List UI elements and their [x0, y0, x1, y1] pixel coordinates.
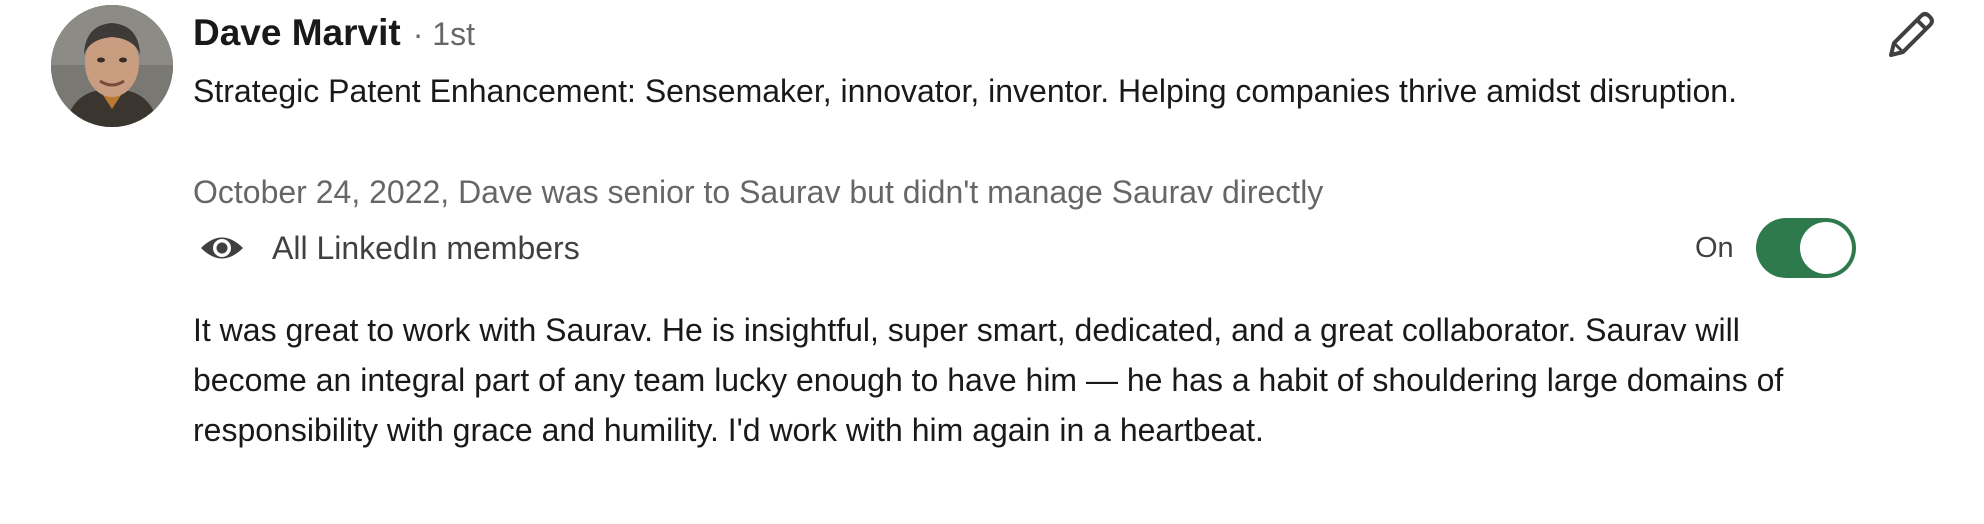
visibility-label: All LinkedIn members: [272, 229, 580, 266]
visibility-toggle[interactable]: [1755, 218, 1856, 278]
recommendation-text: It was great to work with Saurav. He is …: [193, 312, 1784, 448]
edit-button[interactable]: [1880, 6, 1942, 68]
recommender-name-row: Dave Marvit · 1st: [193, 12, 475, 60]
visibility-row: All LinkedIn members: [193, 222, 580, 274]
recommendation-card: Dave Marvit · 1st Strategic Patent Enhan…: [0, 0, 1984, 524]
avatar[interactable]: [51, 5, 173, 127]
visibility-toggle-group: On: [1695, 217, 1856, 279]
recommendation-meta: October 24, 2022, Dave was senior to Sau…: [193, 174, 1324, 210]
connection-degree: · 1st: [412, 16, 475, 52]
pencil-icon: [1883, 7, 1939, 68]
eye-icon: [193, 222, 251, 274]
toggle-state-label: On: [1695, 231, 1734, 264]
recommender-name[interactable]: Dave Marvit: [193, 12, 401, 54]
recommender-headline: Strategic Patent Enhancement: Sensemaker…: [193, 73, 1737, 109]
toggle-knob: [1799, 222, 1852, 274]
avatar-photo: [51, 5, 173, 127]
